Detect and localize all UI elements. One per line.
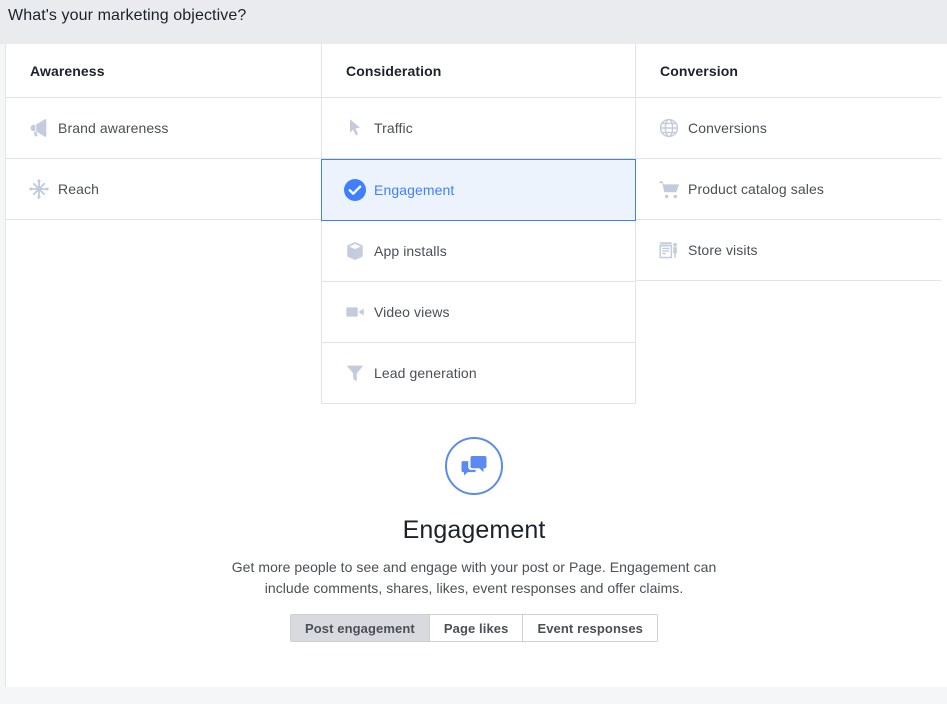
objective-label: Reach [58, 181, 99, 197]
tab-post-engagement[interactable]: Post engagement [290, 615, 430, 641]
objective-column-awareness: Awareness Brand awareness Reach [6, 44, 321, 220]
objective-label: Store visits [688, 242, 758, 258]
objective-item-brand-awareness[interactable]: Brand awareness [6, 98, 321, 159]
check-circle-icon [336, 176, 374, 204]
globe-icon [650, 114, 688, 142]
objective-item-video-views[interactable]: Video views [322, 282, 635, 343]
detail-description: Get more people to see and engage with y… [231, 559, 717, 596]
page-title: What's your marketing objective? [8, 7, 247, 24]
storefront-icon [650, 236, 688, 264]
objective-column-consideration: Consideration Traffic Engagement App ins… [321, 44, 636, 404]
objective-label: App installs [374, 243, 447, 259]
column-header-conversion: Conversion [636, 44, 941, 98]
footer-band [0, 687, 947, 704]
cube-box-icon [336, 237, 374, 265]
objective-label: Video views [374, 304, 450, 320]
objective-item-lead-generation[interactable]: Lead generation [322, 343, 635, 404]
column-header-awareness: Awareness [6, 44, 321, 98]
objective-column-conversion: Conversion Conversions Product catalog s… [636, 44, 941, 281]
page-header: What's your marketing objective? [0, 0, 947, 44]
objective-label: Lead generation [374, 365, 477, 381]
content-sheet: Awareness Brand awareness Reach Consider… [5, 44, 947, 704]
objective-item-conversions[interactable]: Conversions [636, 98, 941, 159]
objective-item-product-catalog-sales[interactable]: Product catalog sales [636, 159, 941, 220]
objective-grid: Awareness Brand awareness Reach Consider… [6, 44, 942, 404]
objective-item-traffic[interactable]: Traffic [322, 98, 635, 159]
objective-detail-block: Engagement Get more people to see and en… [6, 437, 942, 642]
detail-title: Engagement [402, 516, 546, 544]
video-camera-icon [336, 298, 374, 326]
app-root: What's your marketing objective? Awarene… [0, 0, 947, 704]
objective-label: Product catalog sales [688, 181, 824, 197]
chat-bubbles-icon [445, 437, 503, 495]
cursor-arrow-icon [336, 114, 374, 142]
objective-label: Brand awareness [58, 120, 169, 136]
shopping-cart-icon [650, 175, 688, 203]
megaphone-icon [20, 114, 58, 142]
objective-item-engagement[interactable]: Engagement [321, 159, 636, 221]
objective-label: Traffic [374, 120, 413, 136]
objective-item-app-installs[interactable]: App installs [322, 221, 635, 282]
sub-objective-tab-group: Post engagement Page likes Event respons… [289, 614, 658, 642]
funnel-icon [336, 359, 374, 387]
objective-item-store-visits[interactable]: Store visits [636, 220, 941, 281]
column-header-consideration: Consideration [322, 44, 635, 98]
objective-item-reach[interactable]: Reach [6, 159, 321, 220]
objective-label: Conversions [688, 120, 767, 136]
objective-label: Engagement [374, 182, 455, 198]
tab-event-responses[interactable]: Event responses [523, 615, 657, 641]
tab-page-likes[interactable]: Page likes [429, 615, 524, 641]
reach-starburst-icon [20, 175, 58, 203]
